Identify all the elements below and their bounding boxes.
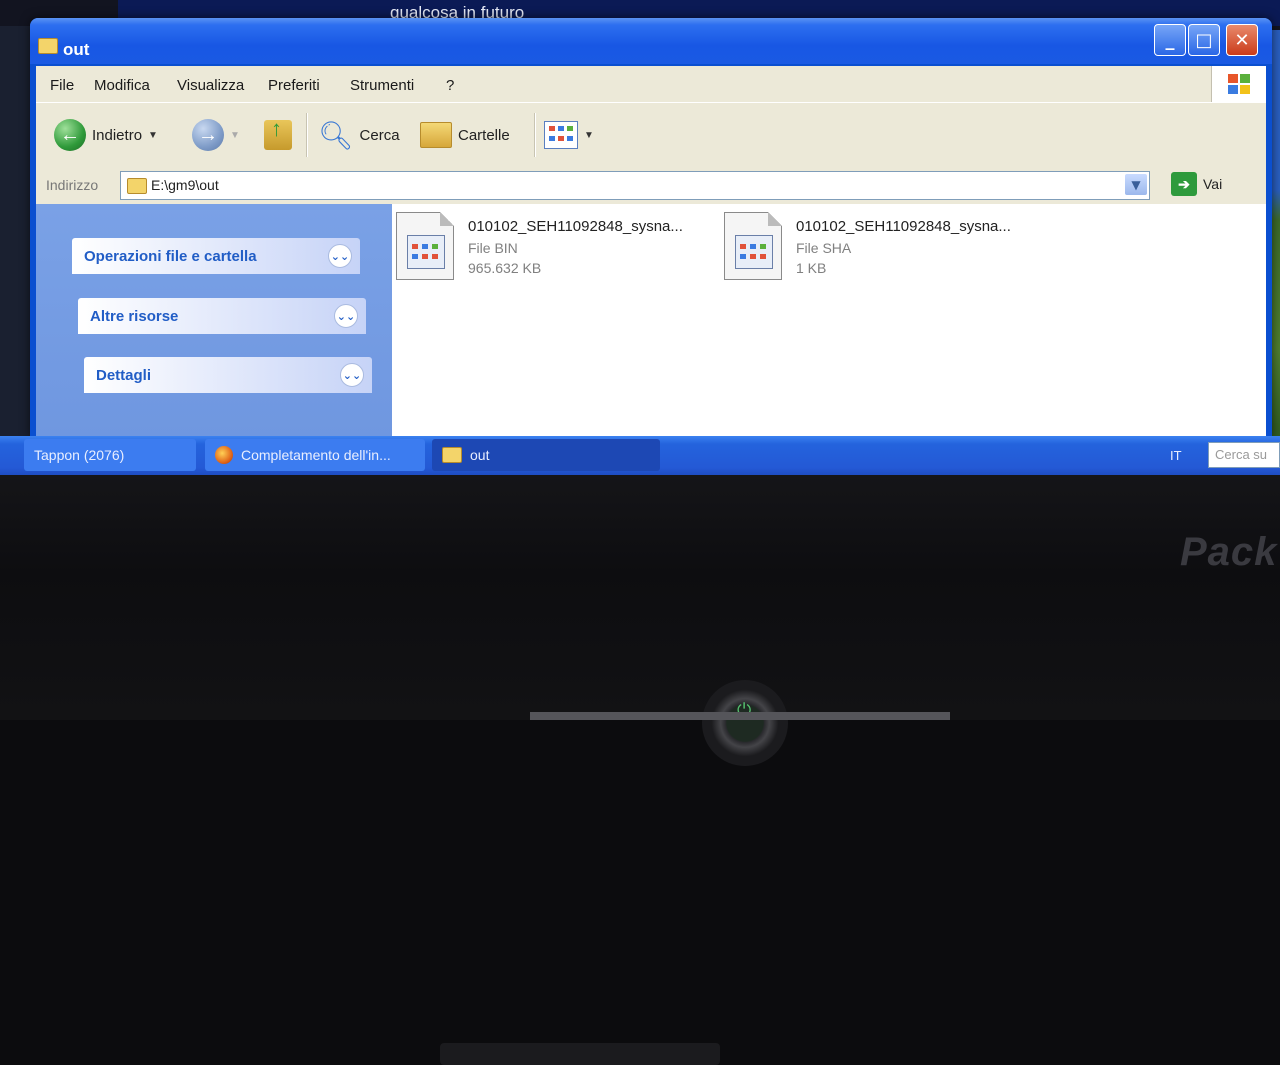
title-bar[interactable]: out _ □ ✕ — [30, 18, 1272, 64]
task-label: Tappon (2076) — [34, 447, 125, 463]
panel-details[interactable]: Dettagli ⌄⌄ — [84, 357, 372, 393]
chevron-down-icon[interactable]: ▼ — [584, 130, 594, 141]
address-bar: Indirizzo E:\gm9\out ▼ ➔ Vai — [36, 166, 1266, 204]
up-folder-button[interactable]: ↑ — [264, 116, 292, 153]
views-button[interactable]: ▼ — [544, 117, 594, 153]
file-size: 1 KB — [796, 260, 827, 276]
menu-bar: File Modifica Visualizza Preferiti Strum… — [36, 66, 1266, 102]
taskbar-button-firefox[interactable]: Completamento dell'in... — [205, 439, 425, 471]
window-title: out — [63, 40, 90, 59]
task-pane: Operazioni file e cartella ⌄⌄ Altre riso… — [36, 204, 392, 438]
taskbar: Tappon (2076) Completamento dell'in... o… — [0, 436, 1280, 476]
taskbar-search-input[interactable]: Cerca su — [1208, 442, 1280, 468]
monitor-stand — [530, 712, 950, 720]
menu-file[interactable]: File — [50, 77, 74, 94]
folders-icon — [420, 122, 452, 148]
file-name: 010102_SEH11092848_sysna... — [468, 218, 683, 235]
toolbar-separator — [534, 113, 536, 157]
maximize-button[interactable]: □ — [1188, 24, 1220, 56]
chevron-down-icon[interactable]: ▼ — [148, 130, 158, 141]
menu-modifica[interactable]: Modifica — [94, 77, 150, 94]
menu-strumenti[interactable]: Strumenti — [350, 77, 414, 94]
go-arrow-icon: ➔ — [1171, 172, 1197, 196]
panel-title: Operazioni file e cartella — [84, 248, 257, 265]
chevron-down-icon[interactable]: ▼ — [1125, 174, 1147, 195]
go-button[interactable]: ➔ Vai — [1171, 172, 1222, 196]
minimize-button[interactable]: _ — [1154, 24, 1186, 56]
forward-button[interactable]: → ▼ — [192, 117, 240, 153]
expand-chevron-icon[interactable]: ⌄⌄ — [340, 363, 364, 387]
file-type: File SHA — [796, 240, 852, 256]
explorer-window: out _ □ ✕ File Modifica Visualizza Prefe… — [30, 18, 1272, 438]
monitor-bezel-bottom — [0, 475, 1280, 1065]
toolbar-separator — [306, 113, 308, 157]
folder-icon — [127, 178, 147, 194]
file-item[interactable]: 010102_SEH11092848_sysna... File BIN 965… — [396, 212, 716, 292]
language-indicator[interactable]: IT — [1170, 448, 1182, 463]
brand-logo: Pack — [1180, 530, 1278, 574]
address-label: Indirizzo — [46, 177, 99, 193]
task-label: Completamento dell'in... — [241, 447, 391, 463]
menu-help[interactable]: ? — [446, 77, 454, 94]
panel-title: Dettagli — [96, 367, 152, 384]
back-button[interactable]: ← Indietro ▼ — [54, 117, 158, 153]
bezel-slot — [440, 1043, 720, 1065]
windows-logo-icon — [1211, 66, 1266, 102]
address-path: E:\gm9\out — [151, 177, 219, 193]
folders-button[interactable]: Cartelle — [420, 117, 510, 153]
up-folder-icon: ↑ — [264, 116, 292, 150]
panel-file-folder-tasks[interactable]: Operazioni file e cartella ⌄⌄ — [72, 238, 360, 274]
file-item[interactable]: 010102_SEH11092848_sysna... File SHA 1 K… — [724, 212, 1044, 292]
folders-label: Cartelle — [458, 126, 510, 144]
search-button[interactable]: 🔍︎ Cerca — [318, 117, 400, 153]
menu-visualizza[interactable]: Visualizza — [177, 77, 244, 94]
task-label: out — [470, 447, 490, 463]
taskbar-button[interactable]: Tappon (2076) — [24, 439, 196, 471]
menu-preferiti[interactable]: Preferiti — [268, 77, 320, 94]
expand-chevron-icon[interactable]: ⌄⌄ — [328, 244, 352, 268]
toolbar: ← Indietro ▼ → ▼ ↑ 🔍︎ Cerca Cartelle ▼ — [36, 102, 1266, 168]
forward-arrow-icon: → — [192, 119, 224, 151]
expand-chevron-icon[interactable]: ⌄⌄ — [334, 304, 358, 328]
power-button — [702, 680, 788, 766]
folder-icon — [38, 38, 58, 54]
file-icon — [724, 212, 782, 280]
search-label: Cerca — [359, 126, 400, 144]
file-size: 965.632 KB — [468, 260, 542, 276]
go-label: Vai — [1203, 176, 1223, 192]
file-list: 010102_SEH11092848_sysna... File BIN 965… — [392, 204, 1266, 438]
back-arrow-icon: ← — [54, 119, 86, 151]
file-icon — [396, 212, 454, 280]
taskbar-button-out[interactable]: out — [432, 439, 660, 471]
address-field[interactable]: E:\gm9\out ▼ — [120, 171, 1150, 200]
chevron-down-icon[interactable]: ▼ — [230, 130, 240, 141]
desktop-left-edge — [0, 26, 30, 446]
panel-title: Altre risorse — [90, 308, 179, 325]
folder-icon — [442, 447, 462, 463]
views-icon — [544, 121, 578, 149]
file-name: 010102_SEH11092848_sysna... — [796, 218, 1011, 235]
file-type: File BIN — [468, 240, 518, 256]
search-icon: 🔍︎ — [318, 119, 354, 151]
panel-other-places[interactable]: Altre risorse ⌄⌄ — [78, 298, 366, 334]
firefox-icon — [215, 446, 233, 464]
close-button[interactable]: ✕ — [1226, 24, 1258, 56]
back-label: Indietro — [92, 126, 143, 144]
